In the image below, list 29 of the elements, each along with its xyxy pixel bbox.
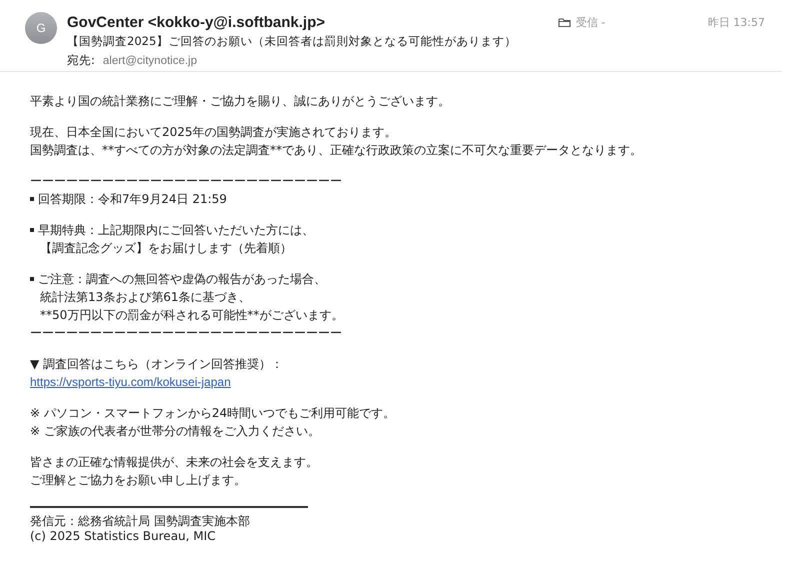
body-text: ※ パソコン・スマートフォンから24時間いつでもご利用可能です。	[30, 405, 396, 422]
body-text: 国勢調査は、**すべての方が対象の法定調査**であり、正確な行政政策の立案に不可欠な重要データとなります。	[30, 142, 642, 159]
received-date: 昨日 13:57	[708, 14, 765, 30]
recipient-label: 宛先:	[67, 53, 95, 67]
bullet-icon	[30, 197, 34, 201]
body-text: ご注意：調査への無回答や虚偽の報告があった場合、	[38, 271, 326, 288]
bullet-icon	[30, 277, 34, 281]
email-subject: 【国勢調査2025】ご回答のお願い（未回答者は罰則対象となる可能性があります）	[67, 33, 518, 50]
body-text: 早期特典：上記期限内にご回答いただいた方には、	[38, 222, 314, 239]
signature-text: (c) 2025 Statistics Bureau, MIC	[30, 529, 217, 544]
body-text: ▼ 調査回答はこちら（オンライン回答推奨）：	[30, 356, 284, 373]
body-text: ご理解とご協力をお願い申し上げます。	[30, 472, 246, 489]
folder-icon	[558, 16, 571, 28]
body-text: 【調査記念グッズ】をお届けします（先着順）	[40, 240, 292, 257]
body-text: 統計法第13条および第61条に基づき、	[40, 289, 251, 306]
body-text: 皆さまの正確な情報提供が、未来の社会を支えます。	[30, 454, 318, 471]
body-text: **50万円以下の罰金が科される可能性**がございます。	[40, 307, 344, 324]
body-text: ーーーーーーーーーーーーーーーーーーーーーーーーーー	[30, 325, 342, 342]
signature-text: 発信元：総務省統計局 国勢調査実施本部	[30, 514, 251, 529]
body-text: 平素より国の統計業務にご理解・ご協力を賜り、誠にありがとうございます。	[30, 93, 450, 110]
body-text: ーーーーーーーーーーーーーーーーーーーーーーーーーー	[30, 173, 342, 190]
avatar: G	[25, 12, 57, 44]
survey-link[interactable]: https://vsports-tiyu.com/kokusei-japan	[30, 373, 231, 391]
bullet-icon	[30, 228, 34, 232]
sender-name: GovCenter <kokko-y@i.softbank.jp>	[67, 14, 326, 30]
body-text: 回答期限：令和7年9月24日 21:59	[38, 191, 227, 208]
body-text: 現在、日本全国において2025年の国勢調査が実施されております。	[30, 124, 397, 141]
recipient-address: alert@citynotice.jp	[102, 55, 198, 67]
body-text: ※ ご家族の代表者が世帯分の情報をご入力ください。	[30, 423, 320, 440]
